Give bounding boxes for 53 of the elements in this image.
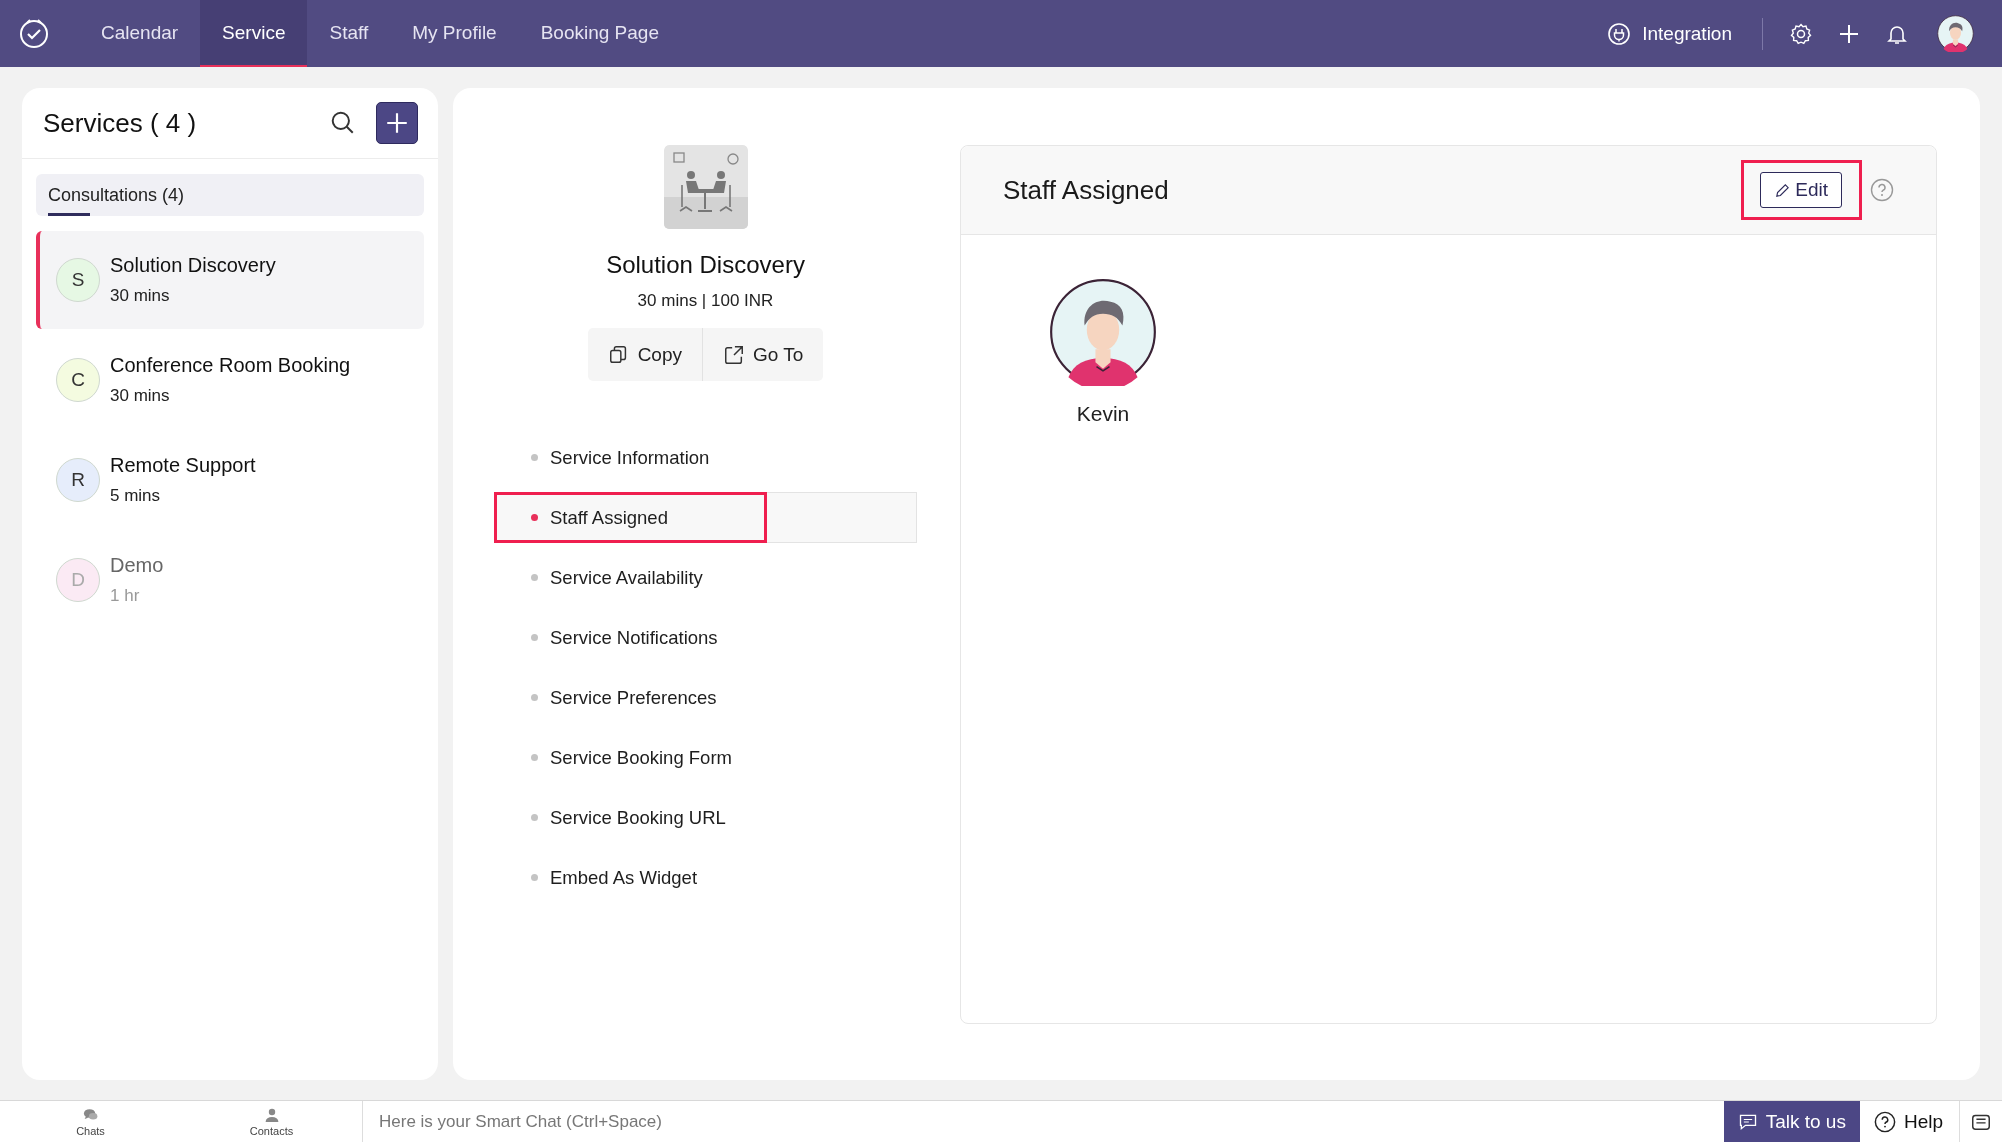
pencil-icon	[1774, 181, 1792, 199]
settings-icon[interactable]	[1789, 21, 1813, 46]
user-avatar[interactable]	[1937, 15, 1974, 52]
service-duration: 5 mins	[110, 486, 162, 506]
initial-avatar: R	[56, 458, 100, 502]
app-shortcut[interactable]: Contacts	[181, 1101, 362, 1142]
service-name: Demo	[110, 554, 164, 577]
integration-link[interactable]: Integration	[1607, 21, 1732, 46]
staff-name: Kevin	[1076, 402, 1130, 426]
service-item[interactable]: R Remote Support 5 mins	[36, 431, 424, 529]
search-icon[interactable]	[330, 110, 356, 136]
nav-tab[interactable]: My Profile	[390, 0, 519, 67]
go-to-button[interactable]: Go To	[702, 328, 824, 381]
add-icon	[384, 110, 410, 136]
card-title: Staff Assigned	[1003, 174, 1170, 206]
section-item[interactable]: Service Information	[494, 432, 917, 483]
external-link-icon	[723, 343, 745, 366]
edit-button[interactable]: Edit	[1760, 172, 1842, 208]
help-icon	[1873, 1110, 1896, 1133]
service-duration: 30 mins	[110, 386, 171, 406]
nav-tab[interactable]: Staff	[307, 0, 391, 67]
app-logo-icon[interactable]	[18, 16, 50, 51]
category-tab[interactable]: Consultations (4)	[48, 174, 185, 216]
nav-tab[interactable]: Service	[200, 0, 308, 67]
service-duration: 1 hr	[110, 586, 141, 606]
service-name: Conference Room Booking	[110, 354, 351, 377]
nav-tab[interactable]: Booking Page	[518, 0, 681, 67]
service-item[interactable]: C Conference Room Booking 30 mins	[36, 331, 424, 429]
nav-tab[interactable]: Calendar	[79, 0, 201, 67]
smart-chat-field[interactable]: Here is your Smart Chat (Ctrl+Space)	[362, 1101, 1724, 1142]
service-name: Solution Discovery	[110, 254, 276, 277]
service-duration: 30 mins	[110, 286, 171, 306]
copy-button[interactable]: Copy	[587, 328, 702, 381]
app-shortcut[interactable]: Chats	[0, 1101, 181, 1142]
initial-avatar: S	[56, 258, 100, 302]
section-item[interactable]: Service Preferences	[494, 672, 917, 723]
talk-button[interactable]: Talk to us	[1723, 1101, 1860, 1142]
section-item[interactable]: Service Booking Form	[494, 732, 917, 783]
plug-icon	[1607, 21, 1632, 46]
section-item[interactable]: Service Booking URL	[494, 792, 917, 843]
panel-title: Services ( 4 )	[43, 107, 198, 139]
section-item[interactable]: Service Notifications	[494, 612, 917, 663]
service-summary: 30 mins | 100 INR	[637, 291, 774, 311]
add-button[interactable]	[376, 102, 418, 144]
initial-avatar: D	[56, 558, 100, 602]
section-item[interactable]: Staff Assigned	[494, 492, 917, 543]
service-title: Solution Discovery	[606, 251, 805, 279]
section-item[interactable]: Embed As Widget	[494, 852, 917, 903]
section-item[interactable]: Service Availability	[494, 552, 917, 603]
help-icon[interactable]	[1870, 178, 1894, 202]
service-item[interactable]: S Solution Discovery 30 mins	[36, 231, 424, 329]
service-name: Remote Support	[110, 454, 256, 477]
initial-avatar: C	[56, 358, 100, 402]
